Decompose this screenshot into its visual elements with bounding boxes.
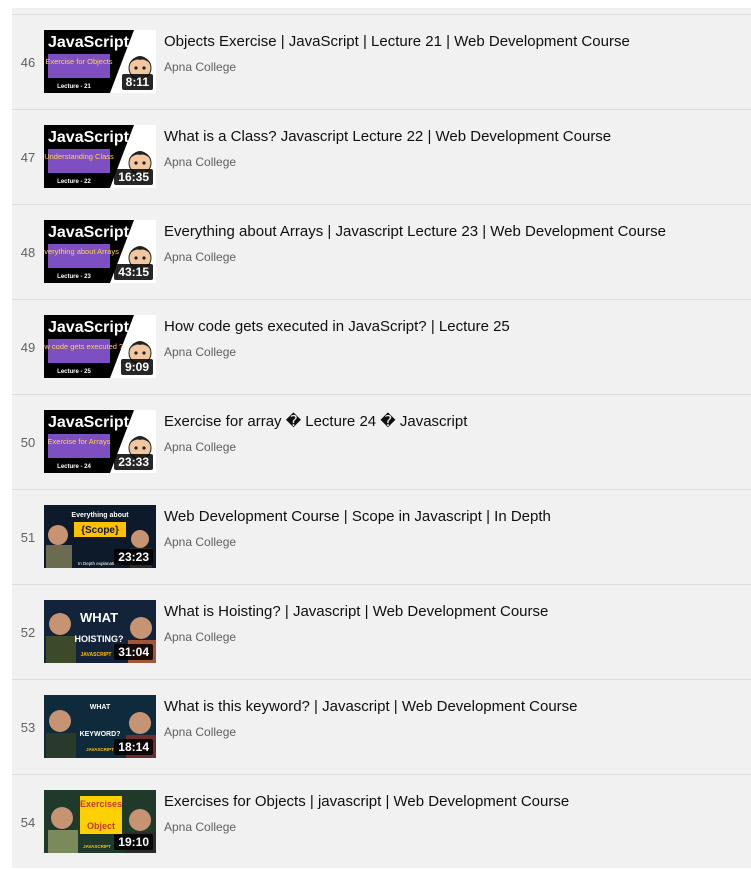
thumb-heading: JavaScript [48, 34, 130, 51]
video-thumbnail[interactable]: JavaScript How code gets executed ? Lect… [44, 315, 156, 378]
video-title[interactable]: What is a Class? Javascript Lecture 22 |… [164, 127, 744, 147]
playlist-item-index: 46 [20, 55, 36, 70]
thumb-caption: How code gets executed ? [44, 342, 123, 351]
thumb-lecture: Lecture - 23 [57, 274, 91, 280]
playlist-item[interactable]: 50 JavaScript Exercise for Arrays Lectur… [12, 394, 751, 490]
video-duration: 23:33 [114, 454, 153, 470]
playlist-item-index: 51 [20, 530, 36, 545]
video-title[interactable]: How code gets executed in JavaScript? | … [164, 317, 744, 337]
video-title[interactable]: What is Hoisting? | Javascript | Web Dev… [164, 602, 744, 622]
channel-name[interactable]: Apna College [164, 535, 236, 549]
video-title[interactable]: Objects Exercise | JavaScript | Lecture … [164, 32, 744, 52]
thumb-caption: {Scope} [81, 525, 119, 536]
thumb-heading: JavaScript [48, 224, 130, 241]
video-duration: 23:23 [114, 549, 153, 565]
thumb-caption: Everything about Arrays [44, 247, 119, 256]
thumb-lecture: Lecture - 24 [57, 464, 91, 470]
thumb-heading: Everything about [71, 512, 129, 519]
playlist-item[interactable]: 53 WHAT KEYWORD? JAVASCRIPT 18:14 What i… [12, 679, 751, 775]
video-duration: 8:11 [121, 74, 153, 90]
video-thumbnail[interactable]: JavaScript Exercise for Objects Lecture … [44, 30, 156, 93]
video-thumbnail[interactable]: Exercises Object JAVASCRIPT 19:10 [44, 790, 156, 853]
playlist-panel: 46 JavaScript Exercise for Objects Lectu… [12, 0, 751, 868]
playlist-item-index: 47 [20, 150, 36, 165]
channel-name[interactable]: Apna College [164, 60, 236, 74]
video-title[interactable]: Everything about Arrays | Javascript Lec… [164, 222, 744, 242]
video-thumbnail[interactable]: WHAT HOISTING? JAVASCRIPT 31:04 [44, 600, 156, 663]
video-duration: 16:35 [114, 169, 153, 185]
playlist-item-index: 54 [20, 815, 36, 830]
thumb-lecture: Lecture - 25 [57, 369, 91, 375]
channel-name[interactable]: Apna College [164, 345, 236, 359]
video-duration: 19:10 [114, 834, 153, 850]
thumb-heading: JavaScript [48, 319, 130, 336]
channel-name[interactable]: Apna College [164, 820, 236, 834]
thumb-lecture: Lecture - 21 [57, 84, 91, 90]
thumb-heading: WHAT [80, 610, 118, 625]
thumb-caption: Object [87, 821, 115, 831]
playlist-item-index: 48 [20, 245, 36, 260]
thumb-caption: Understanding Class [44, 152, 114, 161]
thumb-caption: Exercise for Arrays [48, 437, 111, 446]
video-thumbnail[interactable]: JavaScript Everything about Arrays Lectu… [44, 220, 156, 283]
thumb-heading: JavaScript [48, 414, 130, 431]
video-duration: 9:09 [120, 359, 153, 375]
top-divider [12, 0, 751, 8]
channel-name[interactable]: Apna College [164, 250, 236, 264]
playlist-item-index: 52 [20, 625, 36, 640]
video-duration: 43:15 [114, 264, 153, 280]
playlist-item-index: 50 [20, 435, 36, 450]
playlist-item-index: 53 [20, 720, 36, 735]
video-title[interactable]: Web Development Course | Scope in Javasc… [164, 507, 744, 527]
playlist-item[interactable]: 49 JavaScript How code gets executed ? L… [12, 299, 751, 395]
channel-name[interactable]: Apna College [164, 725, 236, 739]
playlist-item-index: 49 [20, 340, 36, 355]
playlist-item[interactable]: 54 Exercises Object JAVASCRIPT 19:10 Exe… [12, 774, 751, 870]
thumb-lecture: Lecture - 22 [57, 179, 91, 185]
thumb-caption: KEYWORD? [80, 731, 121, 738]
playlist-item[interactable]: 48 JavaScript Everything about Arrays Le… [12, 204, 751, 300]
playlist-item[interactable]: 52 WHAT HOISTING? JAVASCRIPT 31:04 What … [12, 584, 751, 680]
video-title[interactable]: What is this keyword? | Javascript | Web… [164, 697, 744, 717]
thumb-lecture: JAVASCRIPT [83, 844, 111, 849]
channel-name[interactable]: Apna College [164, 155, 236, 169]
thumb-heading: Exercises [80, 799, 122, 809]
thumb-heading: WHAT [90, 704, 111, 711]
video-thumbnail[interactable]: WHAT KEYWORD? JAVASCRIPT 18:14 [44, 695, 156, 758]
video-thumbnail[interactable]: JavaScript Understanding Class Lecture -… [44, 125, 156, 188]
playlist-item[interactable]: 51 Everything about {Scope} In Depth exp… [12, 489, 751, 585]
thumb-caption: HOISTING? [75, 634, 124, 644]
channel-name[interactable]: Apna College [164, 630, 236, 644]
playlist-item[interactable]: 46 JavaScript Exercise for Objects Lectu… [12, 14, 751, 110]
video-duration: 31:04 [114, 644, 153, 660]
video-title[interactable]: Exercises for Objects | javascript | Web… [164, 792, 744, 812]
video-thumbnail[interactable]: JavaScript Exercise for Arrays Lecture -… [44, 410, 156, 473]
thumb-lecture: JAVASCRIPT [86, 747, 114, 752]
playlist-item[interactable]: 47 JavaScript Understanding Class Lectur… [12, 109, 751, 205]
video-title[interactable]: Exercise for array � Lecture 24 � Javasc… [164, 412, 744, 432]
thumb-lecture: JAVASCRIPT [81, 652, 112, 658]
video-thumbnail[interactable]: Everything about {Scope} In Depth explan… [44, 505, 156, 568]
video-duration: 18:14 [114, 739, 153, 755]
thumb-heading: JavaScript [48, 129, 130, 146]
thumb-caption: Exercise for Objects [45, 57, 112, 66]
channel-name[interactable]: Apna College [164, 440, 236, 454]
